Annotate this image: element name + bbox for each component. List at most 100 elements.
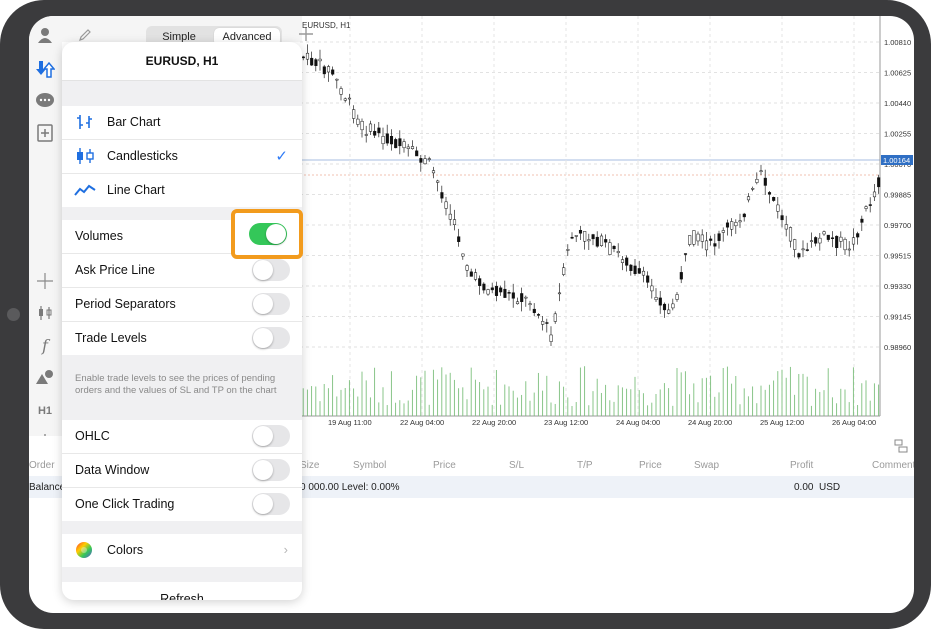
candle-body xyxy=(377,127,381,134)
balance-text: 0 000.00 Level: 0.00% xyxy=(300,482,400,493)
chart-type-candlesticks[interactable]: Candlesticks ✓ xyxy=(62,140,302,174)
home-button[interactable] xyxy=(7,308,20,321)
chat-icon[interactable] xyxy=(34,90,56,112)
period-separators-toggle[interactable] xyxy=(252,293,290,315)
candle-body xyxy=(826,234,830,240)
period-separators-row[interactable]: Period Separators xyxy=(62,288,302,322)
candle-body xyxy=(352,109,356,119)
price-chart[interactable]: EURUSD, H1 1.00810 1.00625 1.00440 1.00255 1… xyxy=(300,16,914,436)
col-price: Price xyxy=(433,460,456,471)
time-label: 23 Aug 12:00 xyxy=(544,418,588,427)
candle-body xyxy=(616,251,620,254)
current-price-label: 1.00164 xyxy=(883,156,910,165)
chart-type-icon[interactable] xyxy=(34,302,56,324)
candle-body xyxy=(835,235,839,248)
profit-currency: USD xyxy=(819,482,841,493)
chart-symbol-title: EURUSD, H1 xyxy=(302,21,351,30)
trade-icon[interactable] xyxy=(34,58,56,80)
candle-body xyxy=(734,222,738,227)
top-toolbar: Simple Advanced xyxy=(62,16,313,48)
candle-body xyxy=(368,123,373,132)
ask-price-line-toggle[interactable] xyxy=(252,259,290,281)
chevron-right-icon: › xyxy=(283,542,288,557)
ohlc-row[interactable]: OHLC xyxy=(62,420,302,454)
candle-body xyxy=(608,242,612,255)
candle-body xyxy=(860,218,864,223)
trade-levels-note: Enable trade levels to see the prices of… xyxy=(75,373,277,396)
objects-icon[interactable] xyxy=(34,366,56,388)
candle-body xyxy=(868,204,872,206)
candle-body xyxy=(410,146,415,150)
candle-body xyxy=(877,177,881,188)
candle-body xyxy=(314,59,318,66)
extras-group: OHLC Data Window One Click Trading xyxy=(62,420,302,521)
colors-group: Colors › xyxy=(62,534,302,567)
candle-body xyxy=(667,309,671,314)
candle-body xyxy=(553,313,557,322)
chart-type-line[interactable]: Line Chart xyxy=(62,174,302,207)
candle-body xyxy=(469,271,473,277)
candle-body xyxy=(742,213,746,218)
candle-body xyxy=(759,170,763,172)
candle-body xyxy=(440,192,444,199)
candle-body xyxy=(604,239,608,243)
crosshair-icon[interactable] xyxy=(34,270,56,292)
candle-body xyxy=(612,246,616,250)
volumes-toggle[interactable] xyxy=(249,223,287,245)
col-price-current: Price xyxy=(639,460,662,471)
candle-body xyxy=(814,237,818,244)
chart-type-bar[interactable]: Bar Chart xyxy=(62,106,302,140)
candle-body xyxy=(347,97,352,100)
trade-levels-row[interactable]: Trade Levels xyxy=(62,322,302,355)
candle-body xyxy=(730,221,734,230)
candle-body xyxy=(583,231,587,242)
candle-body xyxy=(746,196,751,201)
candle-body xyxy=(599,235,604,246)
candle-body xyxy=(562,267,566,275)
candle-body xyxy=(431,170,436,174)
chart-type-label: Candlesticks xyxy=(107,149,178,163)
chart-type-label: Bar Chart xyxy=(107,115,161,129)
candle-body xyxy=(797,253,801,258)
candle-body xyxy=(763,177,767,186)
candle-body xyxy=(389,136,394,145)
data-window-row[interactable]: Data Window xyxy=(62,454,302,488)
ohlc-toggle[interactable] xyxy=(252,425,290,447)
candle-body xyxy=(566,249,570,251)
indicators-icon[interactable]: f xyxy=(34,334,56,356)
price-label: 1.00810 xyxy=(884,38,911,47)
data-window-toggle[interactable] xyxy=(252,459,290,481)
one-click-trading-toggle[interactable] xyxy=(252,493,290,515)
new-order-icon[interactable] xyxy=(34,122,56,144)
candle-body xyxy=(549,334,553,342)
volumes-toggle-highlight xyxy=(231,209,303,259)
price-label: 0.99145 xyxy=(884,313,911,322)
ask-price-line-row[interactable]: Ask Price Line xyxy=(62,254,302,288)
account-icon[interactable] xyxy=(34,24,56,46)
colors-row[interactable]: Colors › xyxy=(62,534,302,567)
candle-body xyxy=(394,139,398,149)
candle-body xyxy=(423,158,427,165)
col-size: Size xyxy=(300,460,320,471)
candle-body xyxy=(385,133,389,144)
time-label: 24 Aug 20:00 xyxy=(688,418,732,427)
candle-body xyxy=(482,283,486,291)
candle-body xyxy=(478,278,482,286)
option-label: Ask Price Line xyxy=(75,263,155,277)
candle-body xyxy=(427,158,431,160)
candle-body xyxy=(398,138,402,147)
candle-body xyxy=(557,292,562,295)
candle-body xyxy=(696,233,700,242)
trade-levels-toggle[interactable] xyxy=(252,327,290,349)
line-chart-icon xyxy=(74,184,96,196)
one-click-trading-row[interactable]: One Click Trading xyxy=(62,488,302,521)
option-label: Volumes xyxy=(75,229,123,243)
refresh-button[interactable]: Refresh xyxy=(62,582,302,600)
candle-body xyxy=(713,243,717,247)
candle-body xyxy=(830,237,835,239)
candle-body xyxy=(381,136,385,145)
candle-body xyxy=(507,292,511,294)
candle-body xyxy=(465,265,469,271)
price-label: 0.99330 xyxy=(884,282,911,291)
timeframe-icon[interactable]: H1 xyxy=(34,400,56,422)
